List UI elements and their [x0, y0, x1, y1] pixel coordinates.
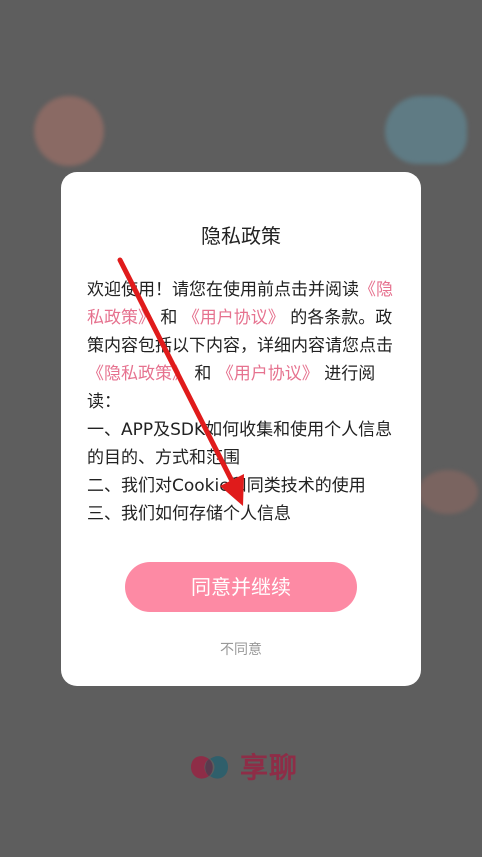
- policy-list-item: 二、我们对Cookie和同类技术的使用: [87, 476, 366, 496]
- policy-list-item: 一、APP及SDK如何收集和使用个人信息的目的、方式和范围: [87, 420, 393, 468]
- background-blurred-avatar: [385, 96, 467, 164]
- background-blurred-avatar: [418, 470, 478, 514]
- policy-text-scroll-area[interactable]: 欢迎使用！请您在使用前点击并阅读《隐私政策》 和 《用户协议》 的各条款。政策内…: [87, 276, 397, 536]
- conjunction-text: 和: [160, 308, 178, 328]
- conjunction-text: 和: [194, 364, 212, 384]
- user-agreement-link[interactable]: 《用户协议》: [217, 364, 319, 384]
- background-blurred-avatar: [34, 96, 104, 166]
- policy-intro-text: 欢迎使用！请您在使用前点击并阅读: [87, 280, 359, 300]
- privacy-policy-dialog: 隐私政策 欢迎使用！请您在使用前点击并阅读《隐私政策》 和 《用户协议》 的各条…: [61, 172, 421, 686]
- brand-footer: 享聊: [187, 745, 298, 790]
- user-agreement-link[interactable]: 《用户协议》: [183, 308, 285, 328]
- policy-intro-paragraph: 欢迎使用！请您在使用前点击并阅读《隐私政策》 和 《用户协议》 的各条款。政策内…: [87, 276, 397, 416]
- brand-name: 享聊: [240, 750, 299, 784]
- agree-continue-button[interactable]: 同意并继续: [125, 562, 357, 612]
- disagree-link[interactable]: 不同意: [61, 640, 421, 660]
- policy-list-item: 三、我们如何存储个人信息: [87, 504, 291, 524]
- xiangliao-logo-icon: [191, 756, 228, 779]
- privacy-policy-link[interactable]: 《隐私政策》: [87, 364, 189, 384]
- dialog-title: 隐私政策: [201, 224, 281, 248]
